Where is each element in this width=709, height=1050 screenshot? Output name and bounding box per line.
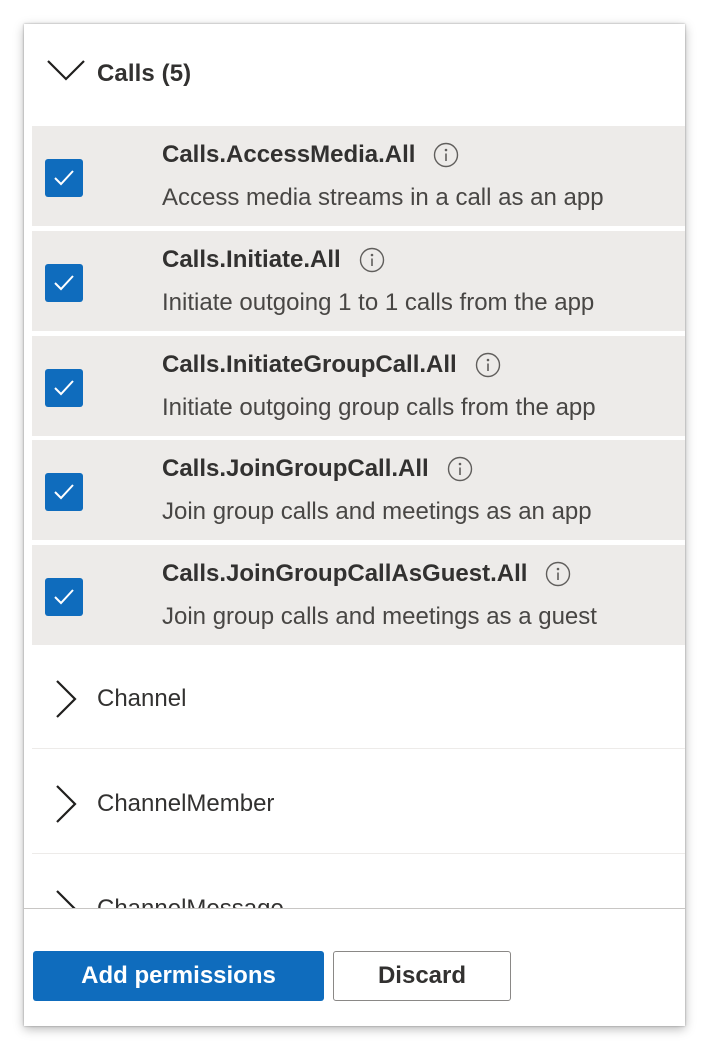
info-icon[interactable] (433, 142, 459, 168)
permission-name-wrap: Calls.Initiate.All (162, 243, 385, 277)
category-label: ChannelMember (97, 790, 275, 817)
chevron-down-icon[interactable] (46, 58, 86, 82)
permission-row: Calls.JoinGroupCall.All Join group calls… (32, 440, 685, 540)
permissions-list: Calls (5) Calls.AccessMedia.All Access m… (24, 24, 685, 908)
permission-name: Calls.Initiate.All (162, 246, 341, 273)
category-label: Channel (97, 685, 187, 712)
permission-row: Calls.Initiate.All Initiate outgoing 1 t… (32, 231, 685, 331)
action-footer: Add permissions Discard (24, 908, 685, 1026)
permission-checkbox[interactable] (45, 369, 83, 407)
permission-row: Calls.AccessMedia.All Access media strea… (32, 126, 685, 226)
permission-name-wrap: Calls.AccessMedia.All (162, 138, 459, 172)
checkmark-icon (54, 589, 74, 605)
permission-description: Access media streams in a call as an app (162, 184, 604, 211)
chevron-right-icon[interactable] (54, 889, 78, 908)
category-channel-message[interactable]: ChannelMessage (32, 855, 685, 908)
chevron-right-icon[interactable] (54, 679, 78, 719)
group-title: Calls (5) (97, 60, 192, 87)
permission-description: Join group calls and meetings as a guest (162, 603, 597, 630)
permissions-panel: Calls (5) Calls.AccessMedia.All Access m… (24, 24, 685, 1026)
info-icon[interactable] (359, 247, 385, 273)
permission-name: Calls.JoinGroupCall.All (162, 455, 429, 482)
permission-row: Calls.InitiateGroupCall.All Initiate out… (32, 336, 685, 436)
permission-name-wrap: Calls.InitiateGroupCall.All (162, 348, 501, 382)
permission-checkbox[interactable] (45, 578, 83, 616)
permission-name: Calls.JoinGroupCallAsGuest.All (162, 560, 528, 587)
checkmark-icon (54, 275, 74, 291)
permission-description: Join group calls and meetings as an app (162, 498, 592, 525)
info-icon[interactable] (545, 561, 571, 587)
permission-name: Calls.InitiateGroupCall.All (162, 351, 457, 378)
checkmark-icon (54, 170, 74, 186)
permission-row: Calls.JoinGroupCallAsGuest.All Join grou… (32, 545, 685, 645)
permission-name-wrap: Calls.JoinGroupCallAsGuest.All (162, 557, 571, 591)
permission-name-wrap: Calls.JoinGroupCall.All (162, 452, 473, 486)
discard-button[interactable]: Discard (333, 951, 511, 1001)
permission-checkbox[interactable] (45, 473, 83, 511)
permission-checkbox[interactable] (45, 264, 83, 302)
info-icon[interactable] (447, 456, 473, 482)
category-label: ChannelMessage (97, 895, 284, 908)
permission-description: Initiate outgoing group calls from the a… (162, 394, 596, 421)
checkmark-icon (54, 484, 74, 500)
chevron-right-icon[interactable] (54, 784, 78, 824)
permission-description: Initiate outgoing 1 to 1 calls from the … (162, 289, 595, 316)
category-channel[interactable]: Channel (32, 645, 685, 749)
group-header-calls[interactable]: Calls (5) (24, 24, 685, 126)
permission-checkbox[interactable] (45, 159, 83, 197)
add-permissions-button[interactable]: Add permissions (33, 951, 324, 1001)
info-icon[interactable] (475, 352, 501, 378)
checkmark-icon (54, 380, 74, 396)
permission-name: Calls.AccessMedia.All (162, 141, 416, 168)
category-channel-member[interactable]: ChannelMember (32, 750, 685, 854)
